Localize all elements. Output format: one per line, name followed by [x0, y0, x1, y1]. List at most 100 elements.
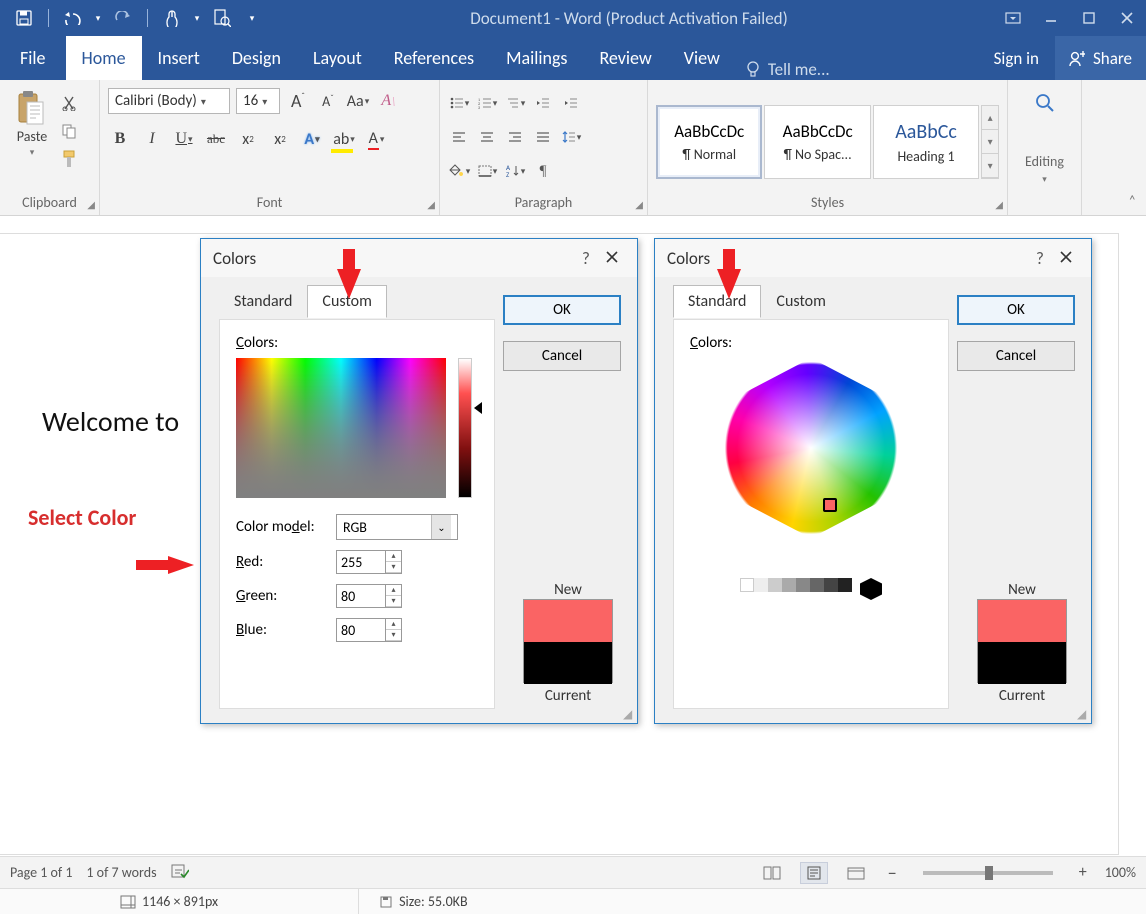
bold-button[interactable]: B: [108, 127, 132, 151]
sign-in-button[interactable]: Sign in: [978, 36, 1055, 80]
style-heading1[interactable]: AaBbCc Heading 1: [873, 105, 979, 179]
dialog-titlebar[interactable]: Colors ?: [201, 239, 637, 277]
touch-mouse-icon[interactable]: [154, 4, 190, 32]
zoom-in-button[interactable]: +: [1075, 863, 1091, 882]
blue-spinner[interactable]: ▴▾: [386, 618, 402, 642]
paragraph-launcher-icon[interactable]: ◢: [635, 198, 643, 211]
grow-font-icon[interactable]: Aˆ: [286, 89, 310, 113]
clipboard-launcher-icon[interactable]: ◢: [87, 198, 95, 211]
align-left-icon[interactable]: [448, 126, 470, 148]
zoom-thumb[interactable]: [985, 866, 993, 880]
undo-dropdown-icon[interactable]: ▾: [91, 4, 105, 32]
black-swatch[interactable]: [860, 578, 882, 600]
zoom-value[interactable]: 100%: [1105, 864, 1136, 881]
text-effects-icon[interactable]: A: [300, 127, 324, 151]
print-preview-icon[interactable]: [204, 4, 240, 32]
tab-standard[interactable]: Standard: [219, 285, 307, 318]
undo-icon[interactable]: [55, 4, 91, 32]
borders-icon[interactable]: [476, 160, 498, 182]
web-layout-icon[interactable]: [842, 862, 870, 884]
tab-design[interactable]: Design: [216, 36, 297, 80]
line-spacing-icon[interactable]: [560, 126, 582, 148]
style-normal[interactable]: AaBbCcDc ¶ Normal: [656, 105, 762, 179]
proofing-icon[interactable]: [171, 863, 189, 883]
font-name-combo[interactable]: Calibri (Body)▾: [108, 88, 230, 114]
green-input[interactable]: 80: [336, 584, 386, 608]
zoom-slider[interactable]: [923, 871, 1053, 875]
strike-button[interactable]: abc: [204, 127, 228, 151]
shrink-font-icon[interactable]: Aˇ: [316, 89, 340, 113]
find-button[interactable]: [1016, 86, 1073, 119]
tab-mailings[interactable]: Mailings: [490, 36, 583, 80]
justify-icon[interactable]: [532, 126, 554, 148]
ok-button[interactable]: OK: [503, 295, 621, 325]
close-icon[interactable]: [599, 248, 625, 269]
superscript-button[interactable]: x2: [268, 127, 292, 151]
luminance-pointer-icon[interactable]: [474, 402, 482, 414]
italic-button[interactable]: I: [140, 127, 164, 151]
standard-colors-hex[interactable]: [691, 358, 931, 568]
ribbon-options-icon[interactable]: [994, 4, 1032, 32]
red-input[interactable]: 255: [336, 550, 386, 574]
ok-button[interactable]: OK: [957, 295, 1075, 325]
resize-grip-icon[interactable]: ◢: [1077, 709, 1089, 721]
shading-icon[interactable]: [448, 160, 470, 182]
color-spectrum[interactable]: [236, 358, 446, 498]
style-no-spacing[interactable]: AaBbCcDc ¶ No Spac...: [764, 105, 870, 179]
subscript-button[interactable]: x2: [236, 127, 260, 151]
align-center-icon[interactable]: [476, 126, 498, 148]
maximize-icon[interactable]: [1070, 4, 1108, 32]
collapse-ribbon-icon[interactable]: ˄: [1128, 192, 1136, 209]
clear-format-icon[interactable]: A⧹: [376, 89, 400, 113]
save-icon[interactable]: [6, 4, 42, 32]
multilevel-icon[interactable]: [504, 92, 526, 114]
numbering-icon[interactable]: 123: [476, 92, 498, 114]
cut-icon[interactable]: [58, 92, 80, 114]
font-color-icon[interactable]: A: [364, 127, 388, 151]
color-model-select[interactable]: RGB⌄: [336, 514, 458, 540]
help-icon[interactable]: ?: [573, 248, 599, 269]
tab-review[interactable]: Review: [583, 36, 667, 80]
close-window-icon[interactable]: [1108, 4, 1146, 32]
highlight-icon[interactable]: ab: [332, 127, 356, 151]
tab-home[interactable]: Home: [66, 36, 142, 80]
zoom-out-button[interactable]: −: [884, 862, 901, 884]
read-mode-icon[interactable]: [758, 862, 786, 884]
resize-grip-icon[interactable]: ◢: [623, 709, 635, 721]
copy-icon[interactable]: [58, 120, 80, 142]
tab-layout[interactable]: Layout: [297, 36, 378, 80]
change-case-icon[interactable]: Aa: [346, 89, 370, 113]
styles-launcher-icon[interactable]: ◢: [995, 198, 1003, 211]
dec-indent-icon[interactable]: [532, 92, 554, 114]
page-indicator[interactable]: Page 1 of 1: [10, 864, 72, 881]
cancel-button[interactable]: Cancel: [957, 341, 1075, 371]
tab-file[interactable]: File: [0, 36, 66, 80]
grayscale-row[interactable]: [690, 578, 932, 600]
print-layout-icon[interactable]: [800, 862, 828, 884]
luminance-slider[interactable]: [458, 358, 472, 498]
tab-view[interactable]: View: [668, 36, 736, 80]
paste-button[interactable]: Paste ▾: [8, 90, 56, 158]
red-spinner[interactable]: ▴▾: [386, 550, 402, 574]
help-icon[interactable]: ?: [1027, 248, 1053, 269]
align-right-icon[interactable]: [504, 126, 526, 148]
blue-input[interactable]: 80: [336, 618, 386, 642]
minimize-icon[interactable]: [1032, 4, 1070, 32]
font-size-combo[interactable]: 16▾: [236, 88, 280, 114]
tell-me[interactable]: Tell me...: [736, 59, 840, 80]
cancel-button[interactable]: Cancel: [503, 341, 621, 371]
word-count[interactable]: 1 of 7 words: [86, 864, 156, 881]
sort-icon[interactable]: AZ: [504, 160, 526, 182]
close-icon[interactable]: [1053, 248, 1079, 269]
tab-references[interactable]: References: [378, 36, 490, 80]
tab-custom[interactable]: Custom: [761, 285, 840, 318]
styles-scroll[interactable]: ▴▾▾: [981, 105, 999, 179]
inc-indent-icon[interactable]: [560, 92, 582, 114]
show-marks-icon[interactable]: ¶: [532, 160, 554, 182]
share-button[interactable]: Share: [1055, 36, 1146, 80]
font-launcher-icon[interactable]: ◢: [427, 198, 435, 211]
tab-insert[interactable]: Insert: [142, 36, 216, 80]
format-painter-icon[interactable]: [58, 148, 80, 170]
qat-customize-icon[interactable]: ▾: [240, 4, 264, 32]
underline-button[interactable]: U: [172, 127, 196, 151]
